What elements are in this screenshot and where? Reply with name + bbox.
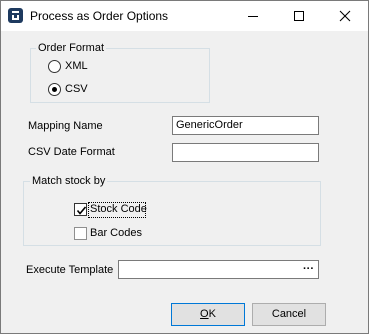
- dialog-window: Process as Order Options Order Format XM…: [0, 0, 369, 334]
- browse-ellipsis-icon[interactable]: ···: [303, 263, 314, 276]
- checkmark-icon: [76, 206, 87, 215]
- xml-radio-label[interactable]: XML: [65, 60, 88, 73]
- bar-codes-checkbox[interactable]: [74, 227, 87, 240]
- close-button[interactable]: [322, 1, 368, 31]
- mapping-name-label: Mapping Name: [28, 120, 103, 132]
- close-icon: [339, 10, 351, 22]
- minimize-icon: [248, 16, 258, 17]
- maximize-icon: [294, 11, 304, 21]
- app-logo-icon: [8, 8, 23, 23]
- title-bar[interactable]: Process as Order Options: [1, 1, 368, 31]
- ok-button[interactable]: OK: [171, 303, 245, 326]
- csv-radio[interactable]: [48, 83, 61, 96]
- csv-date-format-input[interactable]: [172, 143, 319, 162]
- execute-template-input[interactable]: ···: [118, 260, 319, 279]
- bar-codes-label[interactable]: Bar Codes: [90, 227, 142, 240]
- order-format-legend: Order Format: [36, 42, 107, 55]
- execute-template-label: Execute Template: [26, 264, 114, 276]
- mapping-name-input[interactable]: GenericOrder: [172, 116, 319, 135]
- window-title: Process as Order Options: [30, 9, 169, 23]
- stock-code-checkbox[interactable]: [74, 203, 87, 216]
- ok-mnemonic: O: [200, 308, 209, 320]
- csv-date-format-label: CSV Date Format: [28, 146, 115, 158]
- match-stock-group: [23, 181, 321, 246]
- ok-label-rest: K: [208, 308, 216, 320]
- maximize-button[interactable]: [276, 1, 322, 31]
- stock-code-label[interactable]: Stock Code: [90, 203, 147, 216]
- xml-radio[interactable]: [48, 60, 61, 73]
- minimize-button[interactable]: [230, 1, 276, 31]
- csv-radio-label[interactable]: CSV: [65, 83, 88, 96]
- cancel-button[interactable]: Cancel: [252, 303, 326, 326]
- match-stock-legend: Match stock by: [30, 175, 108, 188]
